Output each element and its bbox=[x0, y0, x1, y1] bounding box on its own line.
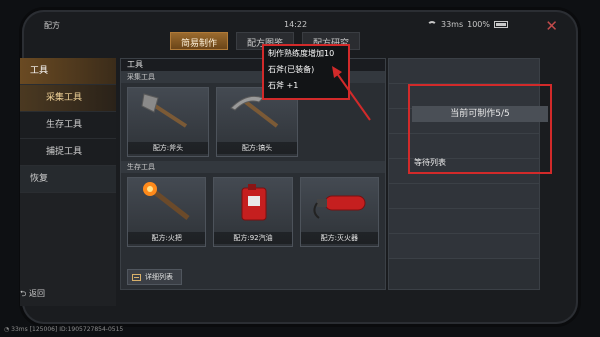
queue-slot bbox=[389, 59, 539, 84]
window-title: 配方 bbox=[44, 21, 60, 30]
gas-can-icon bbox=[241, 184, 267, 221]
clock-time: 14:22 bbox=[284, 20, 308, 29]
axe-icon bbox=[141, 93, 188, 128]
craft-status-highlight: 当前可制作5/5 等待列表 bbox=[408, 84, 552, 174]
tooltip-line: 石斧(已装备) bbox=[268, 65, 315, 74]
craft-count: 当前可制作5/5 bbox=[412, 106, 548, 122]
wifi-icon bbox=[426, 20, 437, 29]
sidebar-item-tools[interactable]: 工具 bbox=[20, 58, 116, 85]
torch-icon bbox=[143, 182, 190, 220]
sidebar-item-recovery[interactable]: 恢复 bbox=[20, 166, 116, 193]
footer-wifi-icon: ◔ bbox=[4, 326, 10, 333]
status-indicators: 33ms 100% bbox=[426, 20, 508, 29]
queue-slot bbox=[389, 184, 539, 209]
queue-label: 等待列表 bbox=[414, 158, 446, 167]
group-label-survival: 生存工具 bbox=[121, 161, 385, 173]
detail-list-button[interactable]: 详细列表 bbox=[127, 269, 182, 285]
ping-value: 33ms bbox=[440, 20, 464, 29]
close-icon[interactable]: ✕ bbox=[545, 18, 558, 34]
recipe-label-torch: 配方:火把 bbox=[128, 232, 206, 244]
fire-extinguisher-icon bbox=[313, 195, 366, 219]
battery-icon bbox=[494, 21, 508, 28]
sidebar-item-gathering-tools[interactable]: 采集工具 bbox=[20, 85, 116, 112]
footer-info: ◔ 33ms [125006] ID:1905727854-0515 bbox=[4, 326, 123, 333]
category-sidebar: 工具 采集工具 生存工具 捕捉工具 恢复 bbox=[20, 58, 116, 306]
survival-card-row: 配方:火把 配方:92汽油 配方:灭火器 bbox=[121, 173, 385, 251]
reward-tooltip: 制作熟练度增加10 石斧(已装备) 石斧 +1 bbox=[262, 44, 350, 100]
back-label: 返回 bbox=[28, 289, 45, 298]
recipe-card-torch[interactable]: 配方:火把 bbox=[127, 177, 207, 247]
back-arrow-icon: ⮌ bbox=[20, 289, 27, 298]
queue-slot bbox=[389, 234, 539, 259]
list-icon bbox=[132, 273, 141, 281]
recipe-card-axe[interactable]: 配方:斧头 bbox=[127, 87, 209, 157]
recipe-label-pickaxe: 配方:镐头 bbox=[217, 142, 297, 154]
recipe-label-axe: 配方:斧头 bbox=[128, 142, 208, 154]
detail-list-label: 详细列表 bbox=[145, 273, 173, 281]
footer-code: [125006] ID:1905727854-0515 bbox=[29, 326, 124, 333]
battery-percent: 100% bbox=[467, 20, 490, 29]
sidebar-item-survival-tools[interactable]: 生存工具 bbox=[20, 112, 116, 139]
footer-ping: 33ms bbox=[11, 326, 28, 333]
sidebar-item-capture-tools[interactable]: 捕捉工具 bbox=[20, 139, 116, 166]
recipe-label-gasoline: 配方:92汽油 bbox=[214, 232, 292, 244]
tooltip-line: 石斧 +1 bbox=[268, 81, 299, 90]
recipe-card-extinguisher[interactable]: 配方:灭火器 bbox=[299, 177, 379, 247]
queue-slot bbox=[389, 209, 539, 234]
back-button[interactable]: ⮌ 返回 bbox=[20, 288, 45, 302]
tooltip-line: 制作熟练度增加10 bbox=[268, 49, 335, 58]
recipe-card-gasoline[interactable]: 配方:92汽油 bbox=[213, 177, 293, 247]
tab-simple-craft[interactable]: 简易制作 bbox=[170, 32, 229, 50]
recipe-label-extinguisher: 配方:灭火器 bbox=[300, 232, 378, 244]
